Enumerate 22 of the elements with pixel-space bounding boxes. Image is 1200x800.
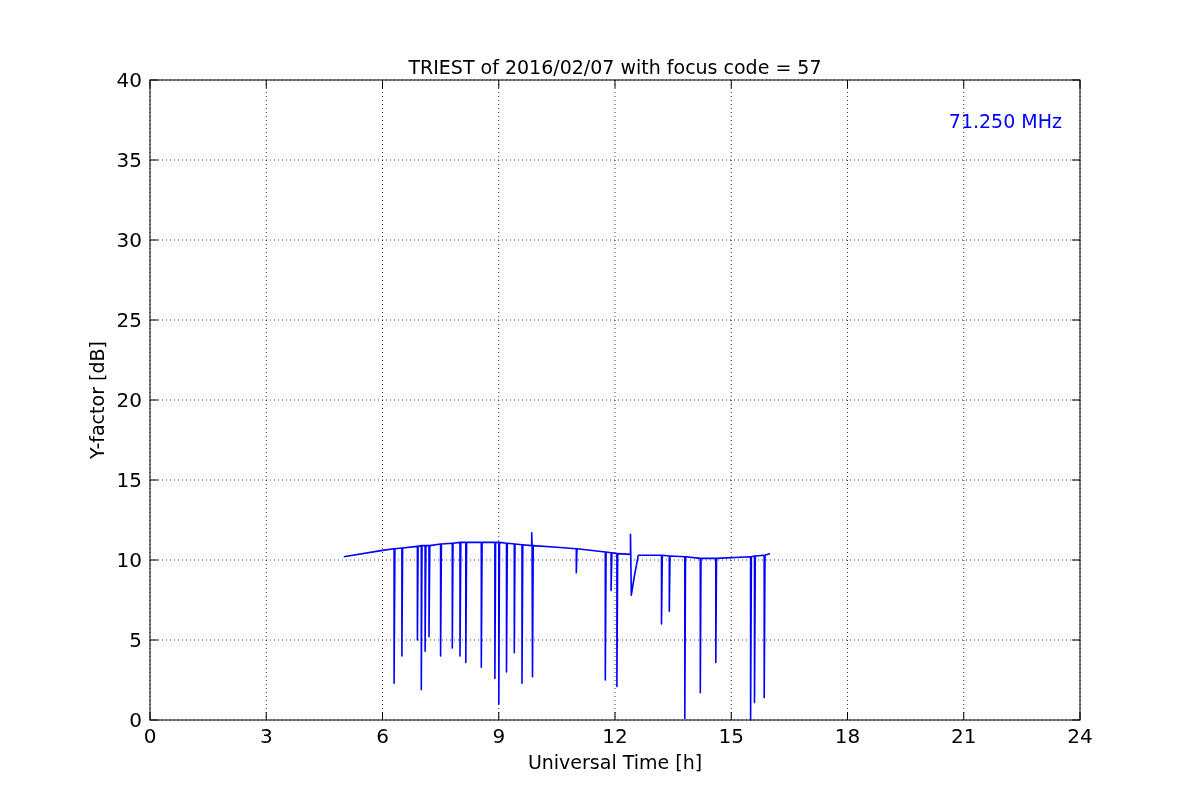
- x-tick-label: 24: [1067, 724, 1093, 748]
- y-tick-label: 40: [116, 68, 142, 92]
- y-tick-label: 35: [116, 148, 142, 172]
- y-tick-label: 30: [116, 228, 142, 252]
- x-tick-label: 15: [718, 724, 744, 748]
- x-axis-label: Universal Time [h]: [527, 751, 703, 773]
- y-tick-label: 0: [129, 708, 142, 732]
- frequency-label: 71.250 MHz: [948, 110, 1062, 132]
- y-tick-label: 25: [116, 308, 142, 332]
- x-tick-label: 3: [259, 724, 273, 748]
- x-tick-label: 6: [376, 724, 389, 748]
- x-tick-label: 9: [492, 724, 506, 748]
- x-tick-label: 18: [834, 724, 861, 748]
- y-tick-label: 20: [116, 388, 142, 412]
- y-axis-label: Y-factor [dB]: [86, 341, 108, 459]
- y-tick-label: 15: [116, 468, 142, 492]
- chart-title: TRIEST of 2016/02/07 with focus code = 57: [408, 56, 822, 78]
- x-tick-label: 12: [602, 724, 628, 748]
- x-tick-label: 21: [951, 724, 977, 748]
- x-tick-label: 0: [143, 724, 157, 748]
- y-tick-label: 10: [116, 548, 142, 572]
- y-tick-label: 5: [129, 628, 142, 652]
